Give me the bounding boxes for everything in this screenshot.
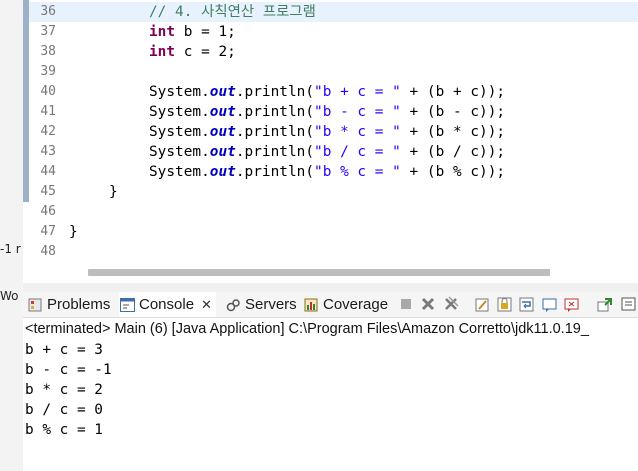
line-number: 38 — [40, 44, 56, 59]
code-editor[interactable]: 36 // 4. 사칙연산 프로그램 37 int b = 1; 38 int … — [0, 0, 638, 283]
pane-divider[interactable] — [23, 283, 638, 292]
keyword-int: int — [149, 44, 176, 60]
closing-brace: } — [69, 224, 78, 240]
console-icon — [119, 297, 135, 313]
string-literal: "b - c = " — [314, 104, 401, 120]
string-literal: "b * c = " — [314, 124, 401, 140]
code-line[interactable]: 42 System.out.println("b * c = " + (b * … — [29, 122, 638, 142]
code-text: + (b + c)); — [400, 84, 506, 100]
declaration: c = 2; — [175, 44, 236, 60]
line-number: 41 — [40, 104, 56, 119]
tab-label: Problems — [47, 296, 111, 313]
horizontal-scrollbar-thumb[interactable] — [88, 269, 550, 276]
line-number: 46 — [40, 204, 56, 219]
remove-all-terminated-icon[interactable] — [443, 296, 459, 312]
line-number: 43 — [40, 144, 56, 159]
line-number: 39 — [40, 64, 56, 79]
code-text: System. — [149, 164, 210, 180]
tab-label: Servers — [245, 296, 297, 313]
code-text: + (b % c)); — [400, 164, 506, 180]
tab-coverage[interactable]: Coverage — [303, 292, 388, 317]
field-out: out — [209, 164, 236, 180]
show-console-output-icon[interactable] — [541, 296, 557, 312]
console-line: b / c = 0 — [25, 402, 103, 418]
keyword-int: int — [149, 24, 176, 40]
code-line[interactable]: 37 int b = 1; — [29, 22, 638, 42]
code-comment: // 4. 사칙연산 프로그램 — [149, 4, 316, 20]
closing-brace: } — [109, 184, 118, 200]
show-console-error-icon[interactable] — [563, 296, 579, 312]
code-text: + (b / c)); — [400, 144, 506, 160]
tab-problems[interactable]: Problems — [27, 292, 110, 317]
change-ruler — [23, 0, 29, 202]
left-panel-fragment: Wo — [0, 289, 19, 303]
terminate-icon[interactable] — [398, 296, 414, 312]
field-out: out — [209, 124, 236, 140]
code-text: System. — [149, 124, 210, 140]
word-wrap-icon[interactable] — [518, 296, 534, 312]
console-line: b + c = 3 — [25, 342, 103, 358]
display-console-icon[interactable] — [620, 296, 636, 312]
field-out: out — [209, 84, 236, 100]
line-number: 40 — [40, 84, 56, 99]
string-literal: "b / c = " — [314, 144, 401, 160]
console-line: b * c = 2 — [25, 382, 103, 398]
code-line[interactable]: 43 System.out.println("b / c = " + (b / … — [29, 142, 638, 162]
remove-launch-icon[interactable] — [420, 296, 436, 312]
console-process-status: <terminated> Main (6) [Java Application]… — [23, 318, 638, 340]
tab-servers[interactable]: Servers — [225, 292, 297, 317]
console-line: b % c = 1 — [25, 422, 103, 438]
left-panel-fragment: -1 r — [0, 242, 21, 256]
code-text: .println( — [235, 164, 315, 180]
line-number: 42 — [40, 124, 56, 139]
string-literal: "b + c = " — [314, 84, 401, 100]
tab-label: Console — [139, 296, 195, 313]
tab-console[interactable]: Console ✕ — [119, 292, 216, 317]
code-text: + (b * c)); — [400, 124, 506, 140]
line-number: 48 — [40, 244, 56, 259]
code-text: System. — [149, 144, 210, 160]
code-line[interactable]: 36 // 4. 사칙연산 프로그램 — [29, 2, 638, 22]
tab-label: Coverage — [323, 296, 389, 313]
code-text: .println( — [235, 104, 315, 120]
line-number: 36 — [40, 4, 56, 19]
servers-icon — [225, 297, 241, 313]
left-panel-edge — [0, 0, 23, 471]
field-out: out — [209, 104, 236, 120]
close-icon[interactable]: ✕ — [201, 297, 212, 313]
line-number: 47 — [40, 224, 56, 239]
console-output[interactable]: b + c = 3 b - c = -1 b * c = 2 b / c = 0… — [23, 340, 638, 471]
field-out: out — [209, 144, 236, 160]
code-text: + (b - c)); — [400, 104, 506, 120]
string-literal: "b % c = " — [314, 164, 401, 180]
code-line[interactable]: 47 } — [29, 222, 638, 242]
code-line[interactable]: 38 int c = 2; — [29, 42, 638, 62]
code-text: System. — [149, 84, 210, 100]
code-line[interactable]: 39 — [29, 62, 638, 82]
line-number: 44 — [40, 164, 56, 179]
line-number: 37 — [40, 24, 56, 39]
code-line[interactable]: 45 } — [29, 182, 638, 202]
code-text: .println( — [235, 84, 315, 100]
view-tab-bar: Problems Console ✕ Servers Coverage — [23, 292, 638, 318]
clear-console-icon[interactable] — [474, 296, 490, 312]
declaration: b = 1; — [175, 24, 236, 40]
line-number: 45 — [40, 184, 56, 199]
code-line[interactable]: 40 System.out.println("b + c = " + (b + … — [29, 82, 638, 102]
pin-console-icon[interactable] — [596, 296, 612, 312]
code-text: System. — [149, 104, 210, 120]
code-line[interactable]: 41 System.out.println("b - c = " + (b - … — [29, 102, 638, 122]
coverage-icon — [303, 297, 319, 313]
scroll-lock-icon[interactable] — [496, 296, 512, 312]
code-text: .println( — [235, 144, 315, 160]
code-text: .println( — [235, 124, 315, 140]
code-line[interactable]: 46 — [29, 202, 638, 222]
code-line[interactable]: 44 System.out.println("b % c = " + (b % … — [29, 162, 638, 182]
code-line[interactable]: 48 — [29, 242, 638, 262]
console-line: b - c = -1 — [25, 362, 112, 378]
problems-icon — [27, 297, 43, 313]
